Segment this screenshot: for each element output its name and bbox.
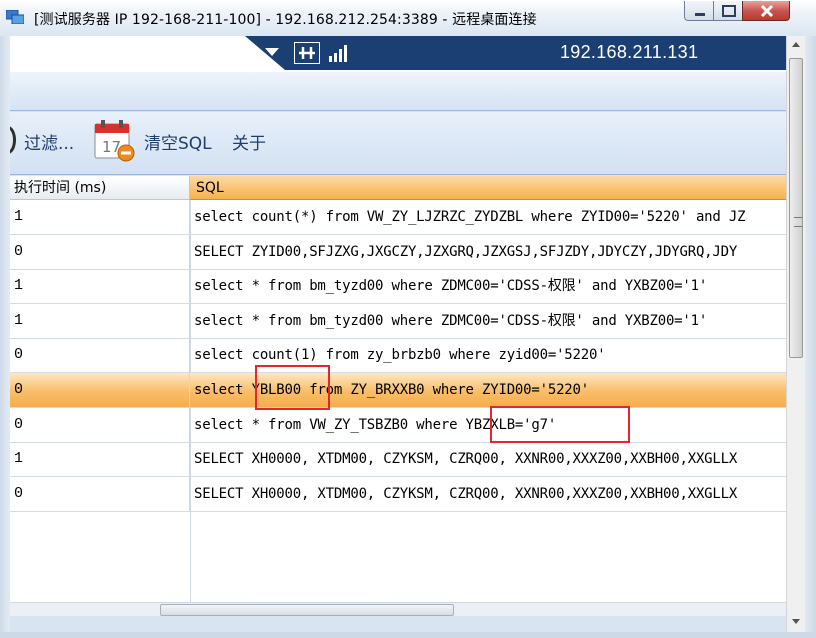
window-title: [测试服务器 IP 192-168-211-100] - 192.168.212… [34, 12, 537, 28]
filter-button[interactable]: 过滤... [24, 129, 74, 154]
cell-sql: SELECT XH0000, XTDM00, CZYKSM, CZRQ00, X… [194, 451, 738, 468]
cell-exec-time: 0 [10, 338, 190, 373]
cell-exec-time: 0 [10, 234, 190, 269]
cell-sql: SELECT ZYID00,SFJZXG,JXGCZY,JZXGRQ,JZXGS… [194, 243, 738, 260]
table-row[interactable]: 0 SELECT ZYID00,SFJZXG,JXGCZY,JZXGRQ,JZXG… [10, 234, 790, 270]
cell-exec-time: 0 [10, 476, 190, 511]
cell-sql: select count(1) from zy_brbzb0 where zyi… [194, 347, 606, 364]
about-button[interactable]: 关于 [232, 129, 266, 154]
cell-exec-time: 1 [10, 269, 190, 304]
column-header-exec-time[interactable]: 执行时间 (ms) [10, 176, 190, 200]
cell-sql: select count(*) from VW_ZY_LJZRZC_ZYDZBL… [194, 209, 746, 225]
cell-exec-time: 0 [10, 407, 190, 442]
cell-sql: select * from bm_tyzd00 where ZDMC00='CD… [194, 278, 708, 295]
table-row[interactable]: 0 select count(1) from zy_brbzb0 where zy… [10, 338, 790, 374]
cell-exec-time: 1 [10, 303, 190, 338]
scroll-down-arrow-icon[interactable] [787, 612, 805, 630]
scroll-grip-icon [794, 217, 802, 227]
horizontal-scroll-thumb[interactable] [160, 604, 454, 616]
window-frame-bottom [0, 632, 816, 638]
column-header-sql[interactable]: SQL [190, 176, 790, 200]
table-row[interactable]: 1 select count(*) from VW_ZY_LJZRZC_ZYDZB… [10, 200, 790, 235]
maximize-button[interactable] [713, 1, 743, 21]
rdp-host-address: 192.168.211.131 [560, 42, 699, 62]
cell-sql: select * from bm_tyzd00 where ZDMC00='CD… [194, 312, 708, 329]
grid-horizontal-scrollbar[interactable] [10, 602, 790, 617]
status-band [10, 616, 804, 632]
window-frame-left [0, 36, 10, 638]
cell-sql: select * from VW_ZY_TSBZB0 where YBZXLB=… [194, 416, 557, 433]
window-frame-right [804, 36, 816, 638]
minimize-button[interactable] [684, 1, 714, 21]
close-button[interactable] [742, 1, 790, 21]
table-row[interactable]: 0 SELECT XH0000, XTDM00, CZYKSM, CZRQ00, … [10, 476, 790, 512]
maximize-icon [722, 5, 736, 17]
toolbar: 过滤... 17 清空SQL 关于 [10, 112, 804, 175]
cell-exec-time: 1 [10, 442, 190, 477]
rdp-scroll-thumb[interactable] [789, 58, 803, 358]
pin-icon[interactable] [294, 42, 320, 64]
minimize-icon [695, 13, 705, 16]
table-row[interactable]: 1 select * from bm_tyzd00 where ZDMC00='C… [10, 303, 790, 339]
table-row[interactable]: 1 SELECT XH0000, XTDM00, CZYKSM, CZRQ00, … [10, 442, 790, 478]
rdp-connection-bar: 192.168.211.131 [10, 36, 805, 72]
filter-icon[interactable] [10, 126, 16, 154]
ribbon-area [10, 72, 804, 111]
table-row[interactable]: 1 select * from bm_tyzd00 where ZDMC00='C… [10, 269, 790, 305]
signal-strength-icon[interactable] [328, 44, 348, 62]
rdp-dropdown-icon[interactable] [265, 48, 279, 56]
close-icon [760, 4, 774, 18]
window-titlebar: [测试服务器 IP 192-168-211-100] - 192.168.212… [0, 0, 816, 36]
remote-desktop-icon [6, 10, 24, 24]
scroll-up-arrow-icon[interactable] [787, 36, 805, 54]
cell-exec-time: 0 [10, 373, 190, 407]
calendar-icon[interactable]: 17 [93, 118, 137, 162]
table-row[interactable]: 0 select YBLB00 from ZY_BRXXB0 where ZYID… [10, 373, 790, 408]
table-row[interactable]: 0 select * from VW_ZY_TSBZB0 where YBZXLB… [10, 407, 790, 443]
remote-app: 过滤... 17 清空SQL 关于 执行时间 (ms) SQL 1 select … [10, 72, 804, 632]
rdp-vertical-scrollbar[interactable] [786, 36, 805, 632]
clear-sql-button[interactable]: 清空SQL [144, 129, 212, 154]
cell-exec-time: 1 [10, 200, 190, 234]
sql-log-grid: 执行时间 (ms) SQL 1 select count(*) from VW_Z… [10, 176, 790, 616]
cell-sql: SELECT XH0000, XTDM00, CZYKSM, CZRQ00, X… [194, 485, 738, 502]
cell-sql: select YBLB00 from ZY_BRXXB0 where ZYID0… [194, 382, 589, 398]
